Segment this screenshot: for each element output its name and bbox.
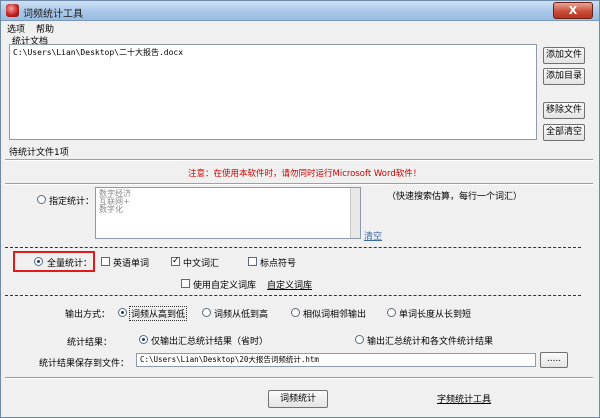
mode-radio-asc[interactable] <box>202 308 211 317</box>
browse-button[interactable]: ..... <box>540 352 568 368</box>
save-path-label: 统计结果保存到文件： <box>39 359 130 369</box>
divider <box>5 377 593 379</box>
word-warning: 注意：在使用本软件时，请勿同时运行Microsoft Word软件！ <box>188 169 422 179</box>
file-list[interactable]: C:\Users\Lian\Desktop\二十大报告.docx <box>9 44 537 140</box>
mode-label-asc: 词频从低到高 <box>214 310 269 320</box>
keyword-line: 互联网+ <box>99 197 130 206</box>
title-bar: 词频统计工具 X <box>1 1 599 21</box>
save-path-input[interactable]: C:\Users\Lian\Desktop\20大报告词频统计.htm <box>136 353 536 367</box>
keyword-line: 数字化 <box>99 205 123 214</box>
mode-label-similar: 相似词相邻输出 <box>303 310 367 320</box>
english-checkbox[interactable] <box>101 257 110 266</box>
result-label-summary: 仅输出汇总统计结果（省时） <box>151 337 269 347</box>
keyword-textarea[interactable]: 数字经济 互联网+ 数字化 <box>95 187 361 239</box>
app-icon <box>6 4 19 17</box>
main-window: 词频统计工具 X 选项 帮助 统计文档 C:\Users\Lian\Deskto… <box>0 0 600 418</box>
pending-count: 待统计文件1项 <box>9 148 69 158</box>
remove-file-button[interactable]: 移除文件 <box>543 102 585 119</box>
run-statistics-button[interactable]: 词频统计 <box>268 390 328 408</box>
clear-all-button[interactable]: 全部清空 <box>543 124 585 141</box>
mode-radio-similar[interactable] <box>291 308 300 317</box>
mode-label-length: 单词长度从长到短 <box>399 310 472 320</box>
window-title: 词频统计工具 <box>23 9 83 20</box>
mode-radio-desc[interactable] <box>118 308 127 317</box>
mode-label-desc: 词频从高到低 <box>129 306 188 321</box>
specified-hint: （快速搜索估算，每行一个词汇） <box>387 192 523 202</box>
custom-lib-label: 使用自定义词库 <box>193 281 257 291</box>
dashed-divider <box>5 247 581 248</box>
punct-checkbox[interactable] <box>248 257 257 266</box>
specified-label: 指定统计： <box>49 197 95 207</box>
add-file-button[interactable]: 添加文件 <box>543 47 585 64</box>
english-label: 英语单词 <box>113 259 150 269</box>
file-list-item[interactable]: C:\Users\Lian\Desktop\二十大报告.docx <box>13 47 533 58</box>
result-label-detailed: 输出汇总统计和各文件统计结果 <box>367 337 494 347</box>
full-radio[interactable] <box>34 257 43 266</box>
output-mode-label: 输出方式： <box>65 310 111 320</box>
chinese-label: 中文词汇 <box>183 259 220 269</box>
custom-lib-checkbox[interactable] <box>181 279 190 288</box>
keyword-line: 数字经济 <box>99 189 131 198</box>
divider <box>5 183 593 185</box>
char-frequency-tool-link[interactable]: 字频统计工具 <box>437 392 491 405</box>
custom-lib-link[interactable]: 自定义词库 <box>267 278 312 291</box>
full-label: 全量统计： <box>47 259 93 269</box>
result-radio-detailed[interactable] <box>355 335 364 344</box>
punct-label: 标点符号 <box>260 259 297 269</box>
keyword-scrollbar[interactable] <box>350 188 360 238</box>
result-label: 统计结果： <box>67 338 113 348</box>
divider <box>5 159 593 161</box>
close-button[interactable]: X <box>553 2 593 19</box>
menu-bar: 选项 帮助 <box>1 21 599 35</box>
dashed-divider <box>5 295 581 296</box>
specified-radio[interactable] <box>37 195 46 204</box>
chinese-checkbox[interactable]: ✓ <box>171 257 180 266</box>
mode-radio-length[interactable] <box>387 308 396 317</box>
add-directory-button[interactable]: 添加目录 <box>543 68 585 85</box>
clear-keywords-link[interactable]: 清空 <box>364 229 382 242</box>
result-radio-summary[interactable] <box>139 335 148 344</box>
